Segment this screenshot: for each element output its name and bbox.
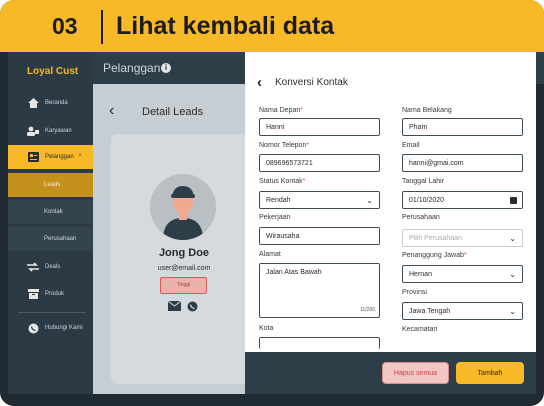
status-label: Status Kontak* xyxy=(259,178,306,185)
mail-icon[interactable] xyxy=(168,301,181,311)
first-name-field[interactable]: Hanni xyxy=(259,118,380,136)
province-label: Provinsi xyxy=(402,289,427,296)
lead-card: Jong Doe user@email.com Tinggi xyxy=(111,134,251,384)
detail-panel: ‹ Detail Leads Jong Doe user@email.com T… xyxy=(93,84,251,394)
city-label: Kota xyxy=(259,325,274,332)
step-title: Lihat kembali data xyxy=(116,12,335,40)
convert-contact-panel: ‹ Konversi Kontak Nama Depan* Hanni Nama… xyxy=(245,52,536,352)
birthdate-value: 01/10/2020 xyxy=(409,196,445,204)
step-banner: 03 Lihat kembali data xyxy=(0,0,544,52)
subnav-kontak[interactable]: Kontak xyxy=(8,200,93,224)
panel-title: Konversi Kontak xyxy=(275,77,348,88)
company-select-placeholder: Pilih Perusahaan xyxy=(409,234,462,242)
sidebar-item-label: Karyawan xyxy=(45,128,72,134)
birthdate-field[interactable]: 01/10/2020 xyxy=(402,191,523,209)
chevron-down-icon: ⌄ xyxy=(509,234,516,243)
lead-email: user@email.com xyxy=(157,265,211,272)
calendar-icon[interactable] xyxy=(510,197,517,204)
contact-icons xyxy=(168,301,198,312)
whatsapp-icon xyxy=(27,323,39,333)
company-label: Perusahaan xyxy=(402,214,440,221)
city-select[interactable] xyxy=(259,337,380,349)
address-textarea[interactable]: Jalan Atas Bawah 11/200 xyxy=(259,263,380,318)
back-arrow-icon[interactable]: ‹ xyxy=(257,74,262,91)
sidebar-item-label: Beranda xyxy=(45,100,68,106)
subnav-label: Kontak xyxy=(44,209,63,215)
sidebar-item-label: Pelanggan xyxy=(45,154,74,160)
lead-name: Jong Doe xyxy=(158,247,210,259)
sidebar-divider xyxy=(18,312,86,313)
first-name-label: Nama Depan* xyxy=(259,107,303,114)
pic-label-text: Penanggung Jawab xyxy=(402,252,464,259)
back-arrow-icon[interactable]: ‹ xyxy=(109,102,114,120)
priority-badge: Tinggi xyxy=(160,277,207,294)
add-button[interactable]: Tambah xyxy=(456,362,524,384)
status-label-text: Status Kontak xyxy=(259,178,303,185)
province-select-value: Jawa Tengah xyxy=(409,307,451,315)
district-label: Kecamatan xyxy=(402,326,438,333)
clear-all-button[interactable]: Hapus semua xyxy=(382,362,449,384)
last-name-label: Nama Belakang xyxy=(402,107,452,114)
sidebar-item-label: Produk xyxy=(45,291,65,297)
app-logo: Loyal Cust xyxy=(27,66,79,77)
whatsapp-icon[interactable] xyxy=(187,301,198,312)
sidebar-item-deals[interactable]: Deals xyxy=(8,256,93,278)
detail-title: Detail Leads xyxy=(142,106,204,118)
status-select[interactable]: Rendah ⌄ xyxy=(259,191,380,209)
first-name-label-text: Nama Depan xyxy=(259,107,301,114)
email-field[interactable]: hanni@gmai.com xyxy=(402,154,523,172)
deals-icon xyxy=(27,262,39,272)
chevron-up-icon: ^ xyxy=(78,154,82,160)
sidebar: Loyal Cust Beranda Karyawan Pelanggan ^ … xyxy=(8,52,93,394)
chevron-down-icon: ⌄ xyxy=(509,270,516,279)
email-label: Email xyxy=(402,142,420,149)
sidebar-item-hubungi-kami[interactable]: Hubungi Kami xyxy=(8,317,93,339)
address-label: Alamat xyxy=(259,251,281,258)
product-icon xyxy=(27,289,39,299)
chevron-down-icon: ⌄ xyxy=(366,196,373,205)
subnav-label: Leads xyxy=(44,182,61,188)
job-label: Pekerjaan xyxy=(259,214,291,221)
step-number: 03 xyxy=(52,13,78,39)
sidebar-item-label: Hubungi Kami xyxy=(45,325,83,331)
last-name-field[interactable]: Pham xyxy=(402,118,523,136)
page-title: Pelanggan xyxy=(103,61,161,75)
phone-label: Nomor Telepon* xyxy=(259,142,310,149)
chevron-down-icon: ⌄ xyxy=(509,307,516,316)
home-icon xyxy=(27,98,39,108)
status-select-value: Rendah xyxy=(266,196,291,204)
sidebar-item-beranda[interactable]: Beranda xyxy=(8,92,93,114)
province-select[interactable]: Jawa Tengah ⌄ xyxy=(402,302,523,320)
phone-label-text: Nomor Telepon xyxy=(259,142,307,149)
sidebar-item-karyawan[interactable]: Karyawan xyxy=(8,120,93,142)
sidebar-item-label: Deals xyxy=(45,264,61,270)
info-icon[interactable]: i xyxy=(161,63,171,73)
birthdate-label: Tanggal Lahir xyxy=(402,178,445,185)
frame-bottom-edge xyxy=(0,394,544,406)
address-value: Jalan Atas Bawah xyxy=(266,269,322,276)
customers-icon xyxy=(27,152,39,162)
pic-label: Penanggung Jawab* xyxy=(402,252,467,259)
pic-select-value: Hernan xyxy=(409,270,432,278)
form-footer: Hapus semua Tambah xyxy=(245,352,536,394)
sidebar-item-produk[interactable]: Produk xyxy=(8,283,93,305)
subnav-label: Perusahaan xyxy=(44,236,77,242)
subnav-leads[interactable]: Leads xyxy=(8,173,93,197)
phone-field[interactable]: 089696573721 xyxy=(259,154,380,172)
subnav-perusahaan[interactable]: Perusahaan xyxy=(8,227,93,251)
employees-icon xyxy=(27,126,39,136)
company-select[interactable]: Pilih Perusahaan ⌄ xyxy=(402,229,523,247)
sidebar-item-pelanggan[interactable]: Pelanggan ^ xyxy=(8,145,93,169)
address-counter: 11/200 xyxy=(360,307,375,313)
job-field[interactable]: Wirausaha xyxy=(259,227,380,245)
banner-divider xyxy=(101,10,103,44)
avatar xyxy=(150,174,216,240)
pic-select[interactable]: Hernan ⌄ xyxy=(402,265,523,283)
app-frame: 03 Lihat kembali data Loyal Cust Beranda… xyxy=(0,0,544,406)
